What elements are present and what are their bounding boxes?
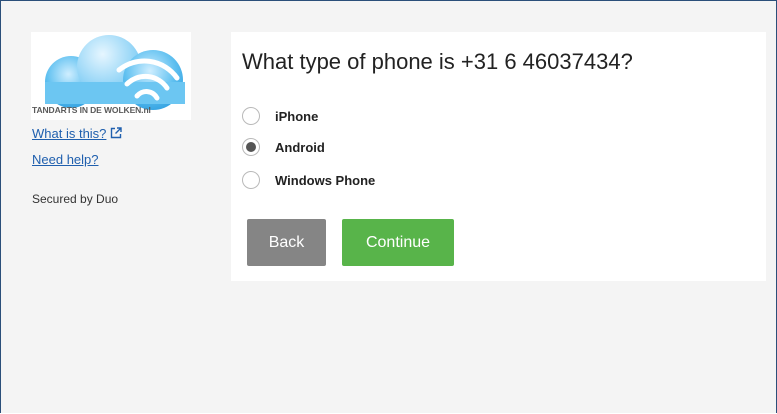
duo-prompt-frame: TANDARTS IN DE WOLKEN.nl What is this? N… <box>0 0 777 413</box>
phone-type-card: What type of phone is +31 6 46037434? iP… <box>231 32 766 281</box>
logo-text: TANDARTS IN DE WOLKEN.nl <box>32 105 151 115</box>
option-android[interactable]: Android <box>242 136 325 158</box>
option-label: iPhone <box>275 108 319 124</box>
need-help-link[interactable]: Need help? <box>32 152 99 167</box>
radio-android[interactable] <box>242 138 260 156</box>
page-title: What type of phone is +31 6 46037434? <box>242 49 633 74</box>
company-logo: TANDARTS IN DE WOLKEN.nl <box>31 32 191 120</box>
option-iphone[interactable]: iPhone <box>242 105 318 127</box>
option-label: Windows Phone <box>275 172 376 188</box>
option-windows-phone[interactable]: Windows Phone <box>242 169 375 191</box>
continue-button[interactable]: Continue <box>342 219 454 266</box>
external-link-icon <box>110 127 123 142</box>
radio-iphone[interactable] <box>242 107 260 125</box>
secured-by-duo-text: Secured by Duo <box>32 192 119 206</box>
radio-windows-phone[interactable] <box>242 171 260 189</box>
option-label: Android <box>275 139 325 155</box>
what-is-this-link[interactable]: What is this? <box>32 126 123 142</box>
what-is-this-label: What is this? <box>32 126 107 141</box>
back-button[interactable]: Back <box>247 219 326 266</box>
